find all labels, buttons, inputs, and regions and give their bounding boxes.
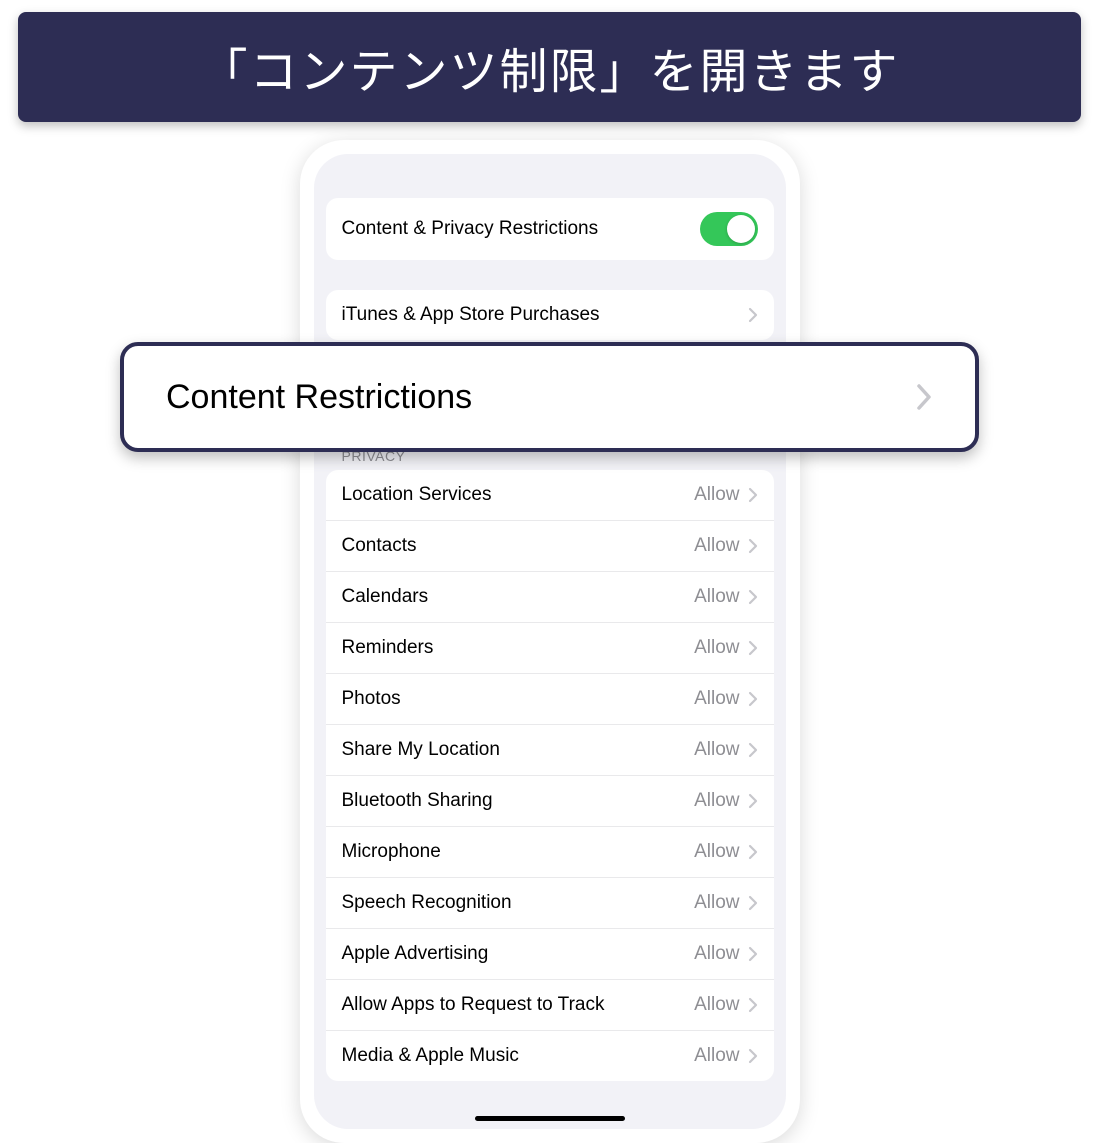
privacy-row-label: Allow Apps to Request to Track (342, 994, 695, 1016)
home-indicator[interactable] (475, 1116, 625, 1121)
privacy-row[interactable]: Bluetooth SharingAllow (326, 776, 774, 827)
instruction-banner: 「コンテンツ制限」を開きます (18, 12, 1081, 122)
chevron-right-icon (748, 589, 758, 605)
chevron-right-icon (748, 487, 758, 503)
privacy-row-label: Apple Advertising (342, 943, 695, 965)
privacy-row[interactable]: ContactsAllow (326, 521, 774, 572)
privacy-row-value: Allow (694, 535, 739, 557)
content-privacy-restrictions-row[interactable]: Content & Privacy Restrictions (326, 198, 774, 260)
chevron-right-icon (748, 844, 758, 860)
privacy-row-value: Allow (694, 892, 739, 914)
content-privacy-toggle[interactable] (700, 212, 758, 246)
toggle-knob (727, 215, 755, 243)
privacy-row-value: Allow (694, 688, 739, 710)
chevron-right-icon (748, 895, 758, 911)
privacy-group: Location ServicesAllowContactsAllowCalen… (326, 470, 774, 1081)
privacy-row-value: Allow (694, 994, 739, 1016)
privacy-row[interactable]: Speech RecognitionAllow (326, 878, 774, 929)
chevron-right-icon (748, 997, 758, 1013)
privacy-row-label: Share My Location (342, 739, 695, 761)
chevron-right-icon (748, 793, 758, 809)
chevron-right-icon (748, 742, 758, 758)
privacy-row-label: Photos (342, 688, 695, 710)
privacy-row-label: Contacts (342, 535, 695, 557)
privacy-row-value: Allow (694, 484, 739, 506)
privacy-row-label: Location Services (342, 484, 695, 506)
chevron-right-icon (915, 382, 933, 412)
chevron-right-icon (748, 538, 758, 554)
content-restrictions-label: Content Restrictions (166, 378, 915, 417)
privacy-row[interactable]: Allow Apps to Request to TrackAllow (326, 980, 774, 1031)
privacy-row-value: Allow (694, 841, 739, 863)
store-group: iTunes & App Store Purchases (326, 290, 774, 340)
privacy-row-value: Allow (694, 943, 739, 965)
privacy-row-value: Allow (694, 586, 739, 608)
privacy-row-value: Allow (694, 739, 739, 761)
privacy-row-label: Microphone (342, 841, 695, 863)
privacy-row[interactable]: Apple AdvertisingAllow (326, 929, 774, 980)
phone-frame: Content & Privacy Restrictions iTunes & … (300, 140, 800, 1143)
chevron-right-icon (748, 1048, 758, 1064)
privacy-row[interactable]: CalendarsAllow (326, 572, 774, 623)
content-restrictions-callout[interactable]: Content Restrictions (120, 342, 979, 452)
privacy-row-label: Media & Apple Music (342, 1045, 695, 1067)
privacy-row[interactable]: Media & Apple MusicAllow (326, 1031, 774, 1081)
chevron-right-icon (748, 640, 758, 656)
privacy-row-value: Allow (694, 637, 739, 659)
privacy-row-label: Reminders (342, 637, 695, 659)
privacy-row-label: Calendars (342, 586, 695, 608)
privacy-row[interactable]: PhotosAllow (326, 674, 774, 725)
itunes-app-store-label: iTunes & App Store Purchases (342, 304, 748, 326)
content-privacy-restrictions-label: Content & Privacy Restrictions (342, 218, 700, 240)
itunes-app-store-row[interactable]: iTunes & App Store Purchases (326, 290, 774, 340)
privacy-row[interactable]: Location ServicesAllow (326, 470, 774, 521)
privacy-row-value: Allow (694, 790, 739, 812)
privacy-row[interactable]: RemindersAllow (326, 623, 774, 674)
instruction-text: 「コンテンツ制限」を開きます (199, 32, 899, 102)
chevron-right-icon (748, 691, 758, 707)
privacy-row[interactable]: MicrophoneAllow (326, 827, 774, 878)
chevron-right-icon (748, 307, 758, 323)
phone-screen: Content & Privacy Restrictions iTunes & … (314, 154, 786, 1129)
privacy-row-value: Allow (694, 1045, 739, 1067)
privacy-row[interactable]: Share My LocationAllow (326, 725, 774, 776)
privacy-row-label: Bluetooth Sharing (342, 790, 695, 812)
privacy-row-label: Speech Recognition (342, 892, 695, 914)
chevron-right-icon (748, 946, 758, 962)
master-toggle-group: Content & Privacy Restrictions (326, 198, 774, 260)
